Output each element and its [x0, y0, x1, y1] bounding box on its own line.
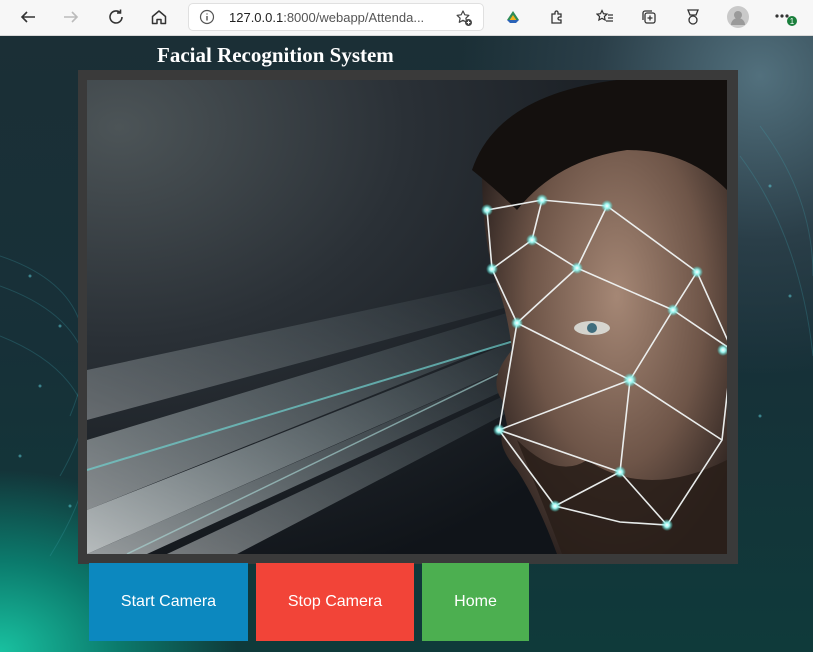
- browser-toolbar: 127.0.0.1:8000/webapp/Attenda... 1: [0, 0, 813, 36]
- site-info-icon[interactable]: [199, 9, 215, 25]
- back-arrow-icon[interactable]: [15, 5, 41, 29]
- home-button[interactable]: Home: [422, 563, 529, 641]
- address-bar[interactable]: 127.0.0.1:8000/webapp/Attenda...: [188, 3, 484, 31]
- performance-icon[interactable]: [680, 5, 706, 29]
- start-camera-button[interactable]: Start Camera: [89, 563, 248, 641]
- add-favorite-icon[interactable]: [455, 9, 473, 27]
- settings-more-icon[interactable]: 1: [772, 5, 798, 29]
- url-text[interactable]: 127.0.0.1:8000/webapp/Attenda...: [229, 10, 435, 25]
- extension-icon[interactable]: [500, 5, 526, 29]
- collections-icon[interactable]: [636, 5, 662, 29]
- url-host: 127.0.0.1: [229, 10, 284, 25]
- camera-feed-image: [87, 80, 727, 554]
- extensions-puzzle-icon[interactable]: [544, 5, 570, 29]
- page-content: Facial Recognition System Start Camera S…: [0, 36, 813, 652]
- stop-camera-button[interactable]: Stop Camera: [256, 563, 414, 641]
- url-path: :8000/webapp/Attenda...: [283, 10, 425, 25]
- page-title: Facial Recognition System: [157, 43, 394, 67]
- profile-avatar-icon[interactable]: [725, 5, 751, 29]
- update-badge: 1: [790, 17, 795, 26]
- home-icon[interactable]: [146, 5, 172, 29]
- refresh-icon[interactable]: [103, 5, 129, 29]
- forward-arrow-icon[interactable]: [58, 5, 84, 29]
- favorites-icon[interactable]: [592, 5, 618, 29]
